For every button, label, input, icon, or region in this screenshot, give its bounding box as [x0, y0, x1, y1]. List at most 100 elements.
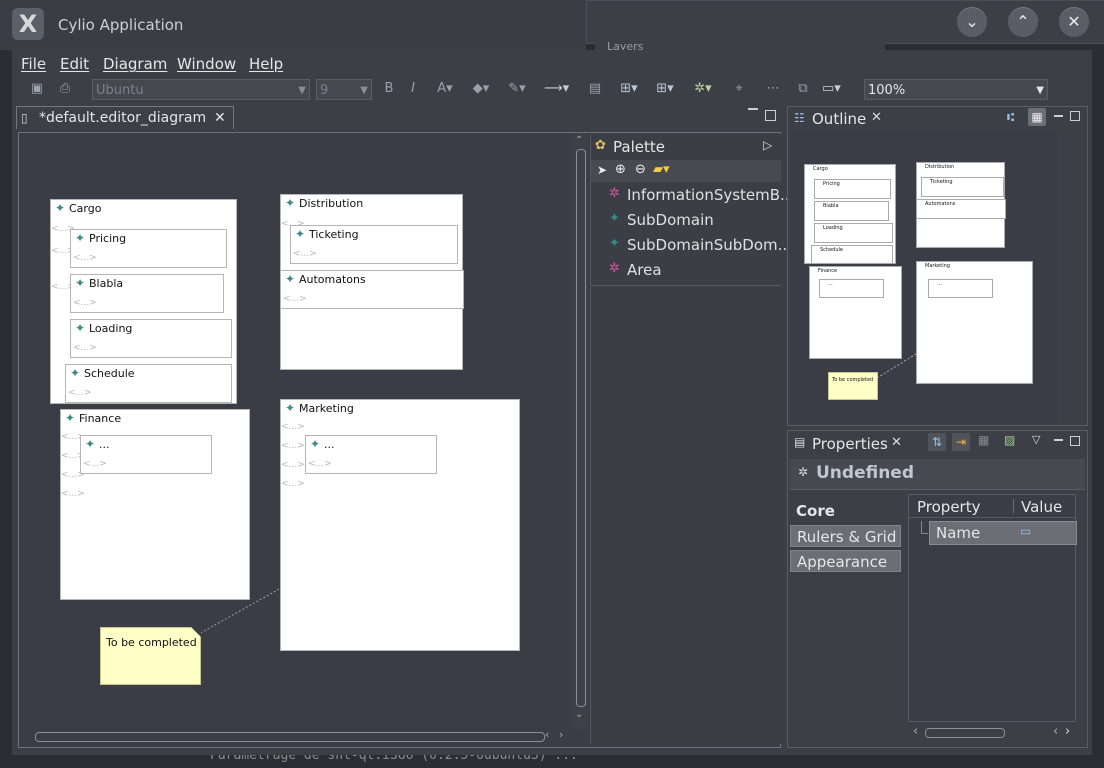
table-scroll-right-icon[interactable]: ›: [1065, 724, 1070, 739]
palette-tools: ➤ ⊕ ⊖ ▰▾: [591, 160, 781, 182]
minimize-outline-icon[interactable]: [1054, 115, 1063, 117]
align-icon[interactable]: ⊞▾: [620, 80, 638, 98]
column-property: Property: [917, 498, 981, 516]
zoom-out-icon[interactable]: ⊖: [635, 162, 646, 177]
scroll-left-icon[interactable]: ‹: [545, 728, 549, 741]
font-color-icon[interactable]: A▾: [436, 80, 454, 98]
close-window-button[interactable]: ✕: [1059, 7, 1089, 37]
undefined-icon: ✲: [798, 465, 809, 479]
font-combo[interactable]: Ubuntu ▼: [92, 79, 310, 100]
save-icon[interactable]: ▣: [28, 80, 46, 98]
menu-help[interactable]: Help: [249, 55, 283, 73]
vertical-scroll-thumb[interactable]: [576, 149, 586, 707]
editor-tab-label: *default.editor_diagram: [39, 110, 207, 126]
menu-diagram[interactable]: Diagram: [103, 55, 167, 73]
palette-item-subdomain[interactable]: ✦ SubDomain: [609, 211, 714, 229]
menu-window[interactable]: Window: [177, 55, 236, 73]
arrange-icon[interactable]: ▤: [586, 80, 604, 98]
row-property-name: Name: [936, 524, 981, 542]
pin-icon[interactable]: ⌖: [730, 80, 748, 98]
outline-title: Outline: [812, 110, 867, 128]
note-tool-icon[interactable]: ▰▾: [653, 162, 670, 177]
column-value: Value: [1021, 498, 1063, 516]
tab-core[interactable]: Core: [790, 500, 901, 522]
palette-item-subdomain-subdomain[interactable]: ✦ SubDomainSubDom...: [609, 236, 792, 254]
minimize-properties-icon[interactable]: [1054, 439, 1063, 441]
minimize-editor-icon[interactable]: [748, 108, 758, 110]
properties-table: Property Value Name ▭ ‹ ‹ ›: [908, 494, 1077, 739]
title-bar: X Cylio Application: [0, 0, 586, 50]
canvas-vertical-scrollbar[interactable]: ⌃ ⌄: [572, 133, 588, 731]
print-icon[interactable]: ⎙: [56, 80, 74, 98]
area-icon: ✲: [609, 186, 620, 201]
maximize-editor-icon[interactable]: [765, 110, 776, 121]
window-title: Cylio Application: [58, 16, 184, 34]
close-properties-icon[interactable]: ✕: [891, 435, 902, 450]
domain-icon: ✦: [609, 236, 620, 251]
tab-editor-diagram[interactable]: ▯ *default.editor_diagram ✕: [16, 106, 234, 129]
restore-default-icon[interactable]: ▦: [978, 433, 989, 447]
domain-icon: ✦: [609, 211, 620, 226]
line-style-icon[interactable]: ⟶▾: [544, 80, 569, 98]
horizontal-scroll-thumb[interactable]: [35, 732, 545, 742]
minimize-button[interactable]: ⌄: [957, 7, 987, 37]
tab-appearance[interactable]: Appearance: [790, 550, 901, 572]
table-header: Property Value: [909, 495, 1075, 518]
table-row[interactable]: Name ▭: [929, 521, 1077, 545]
advanced-icon[interactable]: ▨: [1004, 433, 1015, 447]
text-value-icon: ▭: [1020, 524, 1032, 538]
categories-icon[interactable]: ⇅: [928, 433, 946, 451]
view-options-icon[interactable]: ▭▾: [822, 80, 841, 98]
scroll-up-icon[interactable]: ⌃: [575, 135, 583, 146]
palette-divider: [591, 285, 781, 286]
tab-rulers-grid[interactable]: Rulers & Grid: [790, 525, 901, 547]
note-text: To be completed: [106, 636, 197, 649]
bold-icon[interactable]: B: [380, 80, 398, 98]
palette-item-information-system[interactable]: ✲ InformationSystemB...: [609, 186, 794, 204]
table-horizontal-scrollbar[interactable]: ‹ ‹ ›: [913, 724, 1073, 739]
tree-connector: [921, 521, 928, 534]
note-fold: [191, 627, 201, 637]
maximize-outline-icon[interactable]: [1070, 111, 1080, 121]
scroll-right-icon[interactable]: ›: [559, 728, 563, 741]
route-icon[interactable]: ⋯: [764, 80, 782, 98]
outline-overview[interactable]: Cargo Pricing Blabla Loading Schedule Di…: [790, 132, 1058, 422]
toolbar: ▣ ⎙ Ubuntu ▼ 9 ▼ B I A▾ ◆▾ ✎▾ ⟶▾ ▤ ⊞▾ ⊞▾ ✲…: [12, 76, 1092, 104]
font-size-combo[interactable]: 9 ▼: [316, 79, 372, 100]
zoom-in-icon[interactable]: ⊕: [615, 162, 626, 177]
menu-bar: File Edit Diagram Window Help: [12, 50, 1092, 76]
note-to-be-completed[interactable]: To be completed: [100, 627, 201, 685]
maximize-properties-icon[interactable]: [1070, 436, 1080, 446]
close-outline-icon[interactable]: ✕: [871, 110, 882, 125]
filter-icon[interactable]: ⇥: [952, 433, 970, 451]
zoom-combo[interactable]: 100% ▼: [864, 79, 1048, 100]
distribute-icon[interactable]: ⊞▾: [656, 80, 674, 98]
view-menu-icon[interactable]: ▽: [1032, 433, 1040, 446]
select-tool-icon[interactable]: ➤: [597, 163, 607, 177]
select-group-icon[interactable]: ✲▾: [694, 80, 712, 98]
outline-tree-icon[interactable]: ⑆: [1007, 110, 1014, 124]
fill-color-icon[interactable]: ◆▾: [472, 80, 490, 98]
menu-edit[interactable]: Edit: [60, 55, 89, 73]
properties-header: ✲ Undefined: [790, 459, 1085, 490]
link-icon[interactable]: ⧉: [794, 80, 812, 98]
palette-collapse-icon[interactable]: ▷: [763, 138, 772, 152]
column-divider: [1013, 499, 1014, 513]
close-tab-icon[interactable]: ✕: [214, 107, 226, 129]
menu-file[interactable]: File: [21, 55, 46, 73]
line-color-icon[interactable]: ✎▾: [508, 80, 526, 98]
scroll-down-icon[interactable]: ⌄: [575, 709, 583, 720]
table-scroll-left-icon[interactable]: ‹: [913, 724, 918, 739]
italic-icon[interactable]: I: [404, 80, 422, 98]
properties-title: Properties: [812, 435, 888, 453]
outline-overview-icon[interactable]: ▦: [1028, 108, 1046, 126]
palette-icon: ✿: [595, 138, 606, 153]
table-scroll-left-end-icon[interactable]: ‹: [1053, 724, 1058, 739]
canvas-horizontal-scrollbar[interactable]: ‹ ›: [33, 728, 573, 743]
mini-note: To be completed: [828, 372, 878, 400]
table-scroll-thumb[interactable]: [925, 728, 1005, 738]
palette-item-area[interactable]: ✲ Area: [609, 261, 662, 279]
selection-label: Undefined: [816, 463, 915, 483]
maximize-button[interactable]: ⌃: [1008, 7, 1038, 37]
file-icon: ▯: [21, 111, 28, 125]
